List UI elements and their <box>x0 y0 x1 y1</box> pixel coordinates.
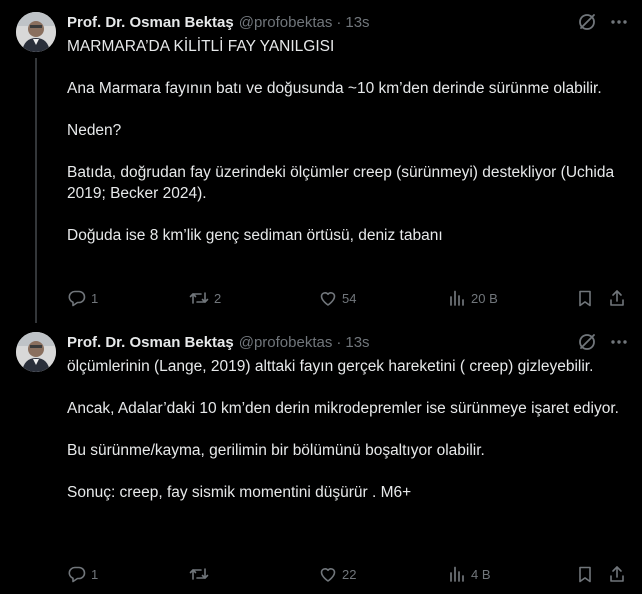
retweet-button[interactable] <box>188 563 214 585</box>
tweet-paragraph: Bu sürünme/kayma, gerilimin bir bölümünü… <box>67 442 485 459</box>
separator-dot: · <box>336 13 342 31</box>
tweet-paragraph: MARMARA’DA KİLİTLİ FAY YANILGISI <box>67 38 335 55</box>
tweet[interactable]: Prof. Dr. Osman Bektaş @profobektas · 13… <box>0 320 642 594</box>
reply-icon <box>67 288 87 308</box>
action-bar: 1 22 4 B <box>67 563 632 585</box>
grok-icon[interactable] <box>577 12 597 32</box>
timestamp[interactable]: 13s <box>345 334 369 351</box>
tweet-paragraph: Doğuda ise 8 km’lik genç sediman örtüsü,… <box>67 227 443 244</box>
like-count: 22 <box>342 566 357 582</box>
tweet-paragraph: Neden? <box>67 122 122 139</box>
tweet-text: ölçümlerinin (Lange, 2019) alttaki fayın… <box>67 356 627 503</box>
tweet-paragraph: Batıda, doğrudan fay üzerindeki ölçümler… <box>67 164 615 202</box>
share-button[interactable] <box>607 287 627 309</box>
grok-icon[interactable] <box>577 332 597 352</box>
author-handle[interactable]: @profobektas <box>239 14 333 31</box>
thread-line <box>35 58 37 323</box>
tweet-header: Prof. Dr. Osman Bektaş @profobektas · 13… <box>67 332 370 352</box>
timestamp[interactable]: 13s <box>345 14 369 31</box>
reply-button[interactable]: 1 <box>67 287 98 309</box>
share-button[interactable] <box>607 563 627 585</box>
reply-button[interactable]: 1 <box>67 563 98 585</box>
views-button[interactable]: 20 B <box>447 287 498 309</box>
views-count: 20 B <box>471 290 498 306</box>
bookmark-icon <box>575 288 595 308</box>
action-bar: 1 2 54 20 B <box>67 287 632 309</box>
more-icon[interactable] <box>608 332 630 352</box>
views-button[interactable]: 4 B <box>447 563 491 585</box>
tweet-header: Prof. Dr. Osman Bektaş @profobektas · 13… <box>67 12 370 32</box>
views-count: 4 B <box>471 566 491 582</box>
bookmark-icon <box>575 564 595 584</box>
reply-icon <box>67 564 87 584</box>
tweet-paragraph: ölçümlerinin (Lange, 2019) alttaki fayın… <box>67 358 594 375</box>
retweet-count: 2 <box>214 290 222 306</box>
avatar[interactable] <box>16 332 56 372</box>
bookmark-button[interactable] <box>575 287 595 309</box>
heart-icon <box>318 564 338 584</box>
heart-icon <box>318 288 338 308</box>
views-icon <box>447 564 467 584</box>
tweet-text: MARMARA’DA KİLİTLİ FAY YANILGISI Ana Mar… <box>67 36 627 246</box>
retweet-button[interactable]: 2 <box>188 287 221 309</box>
author-name[interactable]: Prof. Dr. Osman Bektaş <box>67 14 234 31</box>
share-icon <box>607 564 627 584</box>
like-count: 54 <box>342 290 357 306</box>
reply-count: 1 <box>91 566 99 582</box>
reply-count: 1 <box>91 290 99 306</box>
tweet-paragraph: Ancak, Adalar’daki 10 km’den derin mikro… <box>67 400 619 417</box>
author-name[interactable]: Prof. Dr. Osman Bektaş <box>67 334 234 351</box>
retweet-icon <box>188 288 210 308</box>
more-icon[interactable] <box>608 12 630 32</box>
tweet-paragraph: Sonuç: creep, fay sismik momentini düşür… <box>67 484 412 501</box>
avatar[interactable] <box>16 12 56 52</box>
author-handle[interactable]: @profobektas <box>239 334 333 351</box>
separator-dot: · <box>336 333 342 351</box>
views-icon <box>447 288 467 308</box>
retweet-icon <box>188 564 210 584</box>
tweet-paragraph: Ana Marmara fayının batı ve doğusunda ~1… <box>67 80 602 97</box>
tweet[interactable]: Prof. Dr. Osman Bektaş @profobektas · 13… <box>0 0 642 323</box>
bookmark-button[interactable] <box>575 563 595 585</box>
like-button[interactable]: 22 <box>318 563 356 585</box>
like-button[interactable]: 54 <box>318 287 356 309</box>
share-icon <box>607 288 627 308</box>
